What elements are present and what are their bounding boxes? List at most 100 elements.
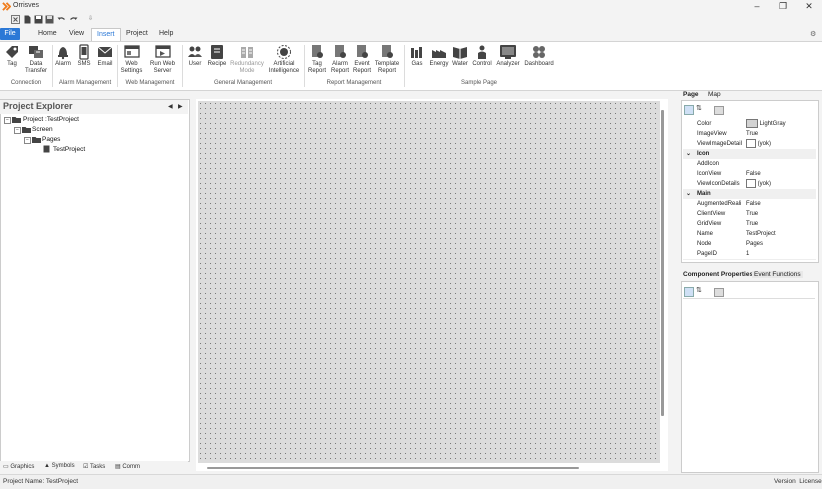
tag-report-button[interactable]: Tag Report bbox=[306, 44, 328, 75]
dashboard-button[interactable]: Dashboard bbox=[522, 44, 556, 68]
redundancy-mode-button[interactable]: Redundancy Mode bbox=[229, 44, 265, 75]
sort-alpha-icon[interactable]: ⇅ bbox=[696, 286, 702, 294]
recipe-icon bbox=[211, 45, 223, 59]
property-key: Node bbox=[697, 241, 712, 247]
property-key: ImageView bbox=[697, 131, 727, 137]
property-pages-icon[interactable] bbox=[714, 106, 724, 115]
dashboard-label: Dashboard bbox=[524, 61, 554, 67]
save-icon[interactable] bbox=[34, 15, 43, 24]
web-settings-button[interactable]: Web Settings bbox=[119, 44, 144, 75]
property-row-pageid[interactable]: PageID 1 bbox=[683, 249, 816, 260]
tab-view[interactable]: View bbox=[64, 28, 89, 40]
gas-icon bbox=[411, 47, 422, 58]
data-transfer-button[interactable]: Data Transfer bbox=[23, 44, 49, 75]
tab-map[interactable]: Map bbox=[708, 91, 721, 98]
canvas-vertical-scrollbar[interactable] bbox=[661, 110, 664, 416]
tree-expander[interactable]: − bbox=[4, 117, 11, 124]
graphics-icon: ▭ bbox=[3, 464, 9, 470]
property-key: IconView bbox=[697, 171, 722, 177]
tree-expander[interactable]: − bbox=[24, 137, 31, 144]
collapse-left-icon[interactable]: ◀ bbox=[168, 103, 173, 110]
dashboard-icon bbox=[533, 46, 545, 58]
energy-button[interactable]: Energy bbox=[428, 44, 450, 68]
tree-expander[interactable]: − bbox=[14, 127, 21, 134]
undo-icon[interactable] bbox=[57, 15, 66, 24]
new-icon[interactable] bbox=[23, 15, 32, 24]
property-value: 1 bbox=[746, 251, 750, 257]
property-pages-icon[interactable] bbox=[714, 288, 724, 297]
alarm-report-label: Alarm Report bbox=[330, 61, 349, 74]
event-report-label: Event Report bbox=[352, 61, 371, 74]
tab-help[interactable]: Help bbox=[154, 28, 178, 40]
status-project-name: Project Name: TestProject bbox=[3, 478, 79, 485]
sort-alpha-icon[interactable]: ⇅ bbox=[696, 104, 702, 112]
artificial-intelligence-button[interactable]: Artificial Intelligence bbox=[266, 44, 302, 75]
tab-home[interactable]: Home bbox=[33, 28, 62, 40]
run-web-server-button[interactable]: Run Web Server bbox=[146, 44, 179, 75]
tab-symbols-label: Symbols bbox=[51, 463, 75, 469]
tab-graphics[interactable]: ▭ Graphics bbox=[3, 463, 34, 470]
control-button[interactable]: Control bbox=[470, 44, 494, 68]
property-value: Pages bbox=[746, 241, 764, 247]
close-window-button[interactable]: ✕ bbox=[796, 0, 822, 13]
tab-symbols[interactable]: ▲ Symbols bbox=[44, 463, 75, 469]
property-value: TestProject bbox=[746, 231, 776, 237]
color-swatch bbox=[746, 119, 758, 128]
template-report-button[interactable]: Template Report bbox=[373, 44, 401, 75]
analyzer-button[interactable]: Analyzer bbox=[494, 44, 522, 68]
quick-access-toolbar: ⇩ bbox=[0, 13, 822, 26]
tab-tasks[interactable]: ☑ Tasks bbox=[83, 463, 105, 470]
gas-button[interactable]: Gas bbox=[407, 44, 427, 68]
alarm-button[interactable]: Alarm bbox=[53, 44, 73, 68]
app-logo-icon bbox=[2, 2, 11, 11]
tag-icon bbox=[6, 46, 18, 58]
redundancy-icon bbox=[241, 47, 253, 58]
minimize-button[interactable]: – bbox=[744, 0, 770, 13]
tab-page[interactable]: Page bbox=[683, 91, 699, 98]
tab-project[interactable]: Project bbox=[121, 28, 153, 40]
tree-item-project[interactable]: Project :TestProject bbox=[23, 116, 79, 123]
tab-comm[interactable]: ▤ Comm bbox=[115, 463, 140, 470]
tree-item-screen[interactable]: Screen bbox=[32, 126, 53, 133]
event-report-button[interactable]: Event Report bbox=[351, 44, 373, 75]
property-key: ViewImageDetail bbox=[697, 141, 742, 147]
web-settings-icon bbox=[123, 45, 140, 58]
save-all-icon[interactable] bbox=[45, 15, 54, 24]
user-button[interactable]: User bbox=[185, 44, 205, 68]
water-button[interactable]: Water bbox=[450, 44, 470, 68]
tab-file[interactable]: File bbox=[0, 28, 20, 40]
tab-event-functions[interactable]: Event Functions bbox=[752, 271, 803, 278]
alarm-report-icon bbox=[335, 45, 346, 58]
email-label: Email bbox=[97, 61, 113, 67]
property-key: ViewIconDetails bbox=[697, 181, 740, 187]
tree-item-pages[interactable]: Pages bbox=[42, 136, 60, 143]
design-canvas[interactable] bbox=[198, 101, 660, 463]
sms-label: SMS bbox=[77, 61, 91, 67]
tag-report-icon bbox=[312, 45, 323, 58]
data-transfer-icon bbox=[29, 46, 43, 58]
qat-customize-icon[interactable]: ⇩ bbox=[88, 15, 93, 22]
tab-insert[interactable]: Insert bbox=[91, 28, 121, 41]
expand-right-icon[interactable]: ▶ bbox=[178, 103, 183, 110]
group-label-sample-page: Sample Page bbox=[460, 80, 498, 86]
tasks-icon: ☑ bbox=[83, 464, 89, 470]
tree-item-testproject-page[interactable]: TestProject bbox=[53, 146, 85, 153]
explorer-bottom-tabs: ▭ Graphics ▲ Symbols ☑ Tasks ▤ Comm bbox=[0, 461, 188, 473]
alarm-report-button[interactable]: Alarm Report bbox=[329, 44, 351, 75]
tag-button[interactable]: Tag bbox=[3, 44, 21, 68]
recipe-button[interactable]: Recipe bbox=[206, 44, 228, 68]
email-button[interactable]: Email bbox=[95, 44, 115, 68]
ribbon-tabs: File Home View Insert Project Help ⚙ bbox=[0, 27, 822, 41]
close-icon[interactable] bbox=[11, 15, 20, 24]
property-value: False bbox=[746, 171, 761, 177]
sms-button[interactable]: SMS bbox=[75, 44, 93, 68]
tab-component-properties[interactable]: Component Properties bbox=[683, 271, 753, 278]
ribbon-settings-icon[interactable]: ⚙ bbox=[810, 30, 816, 38]
canvas-horizontal-scrollbar[interactable] bbox=[207, 467, 579, 469]
property-key: Color bbox=[697, 121, 712, 127]
categorized-view-icon[interactable] bbox=[684, 287, 694, 297]
redo-icon[interactable] bbox=[69, 15, 78, 24]
maximize-button[interactable]: ❐ bbox=[770, 0, 796, 13]
categorized-view-icon[interactable] bbox=[684, 105, 694, 115]
property-value: True bbox=[746, 221, 759, 227]
